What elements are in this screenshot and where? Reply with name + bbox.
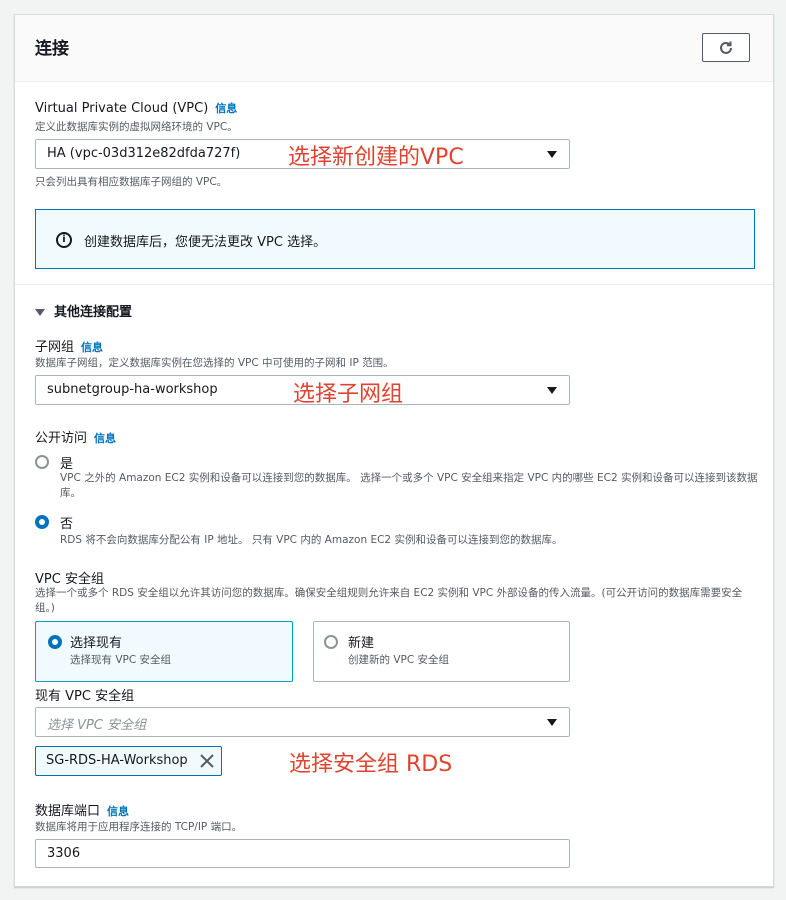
public-access-yes-radio[interactable] [35, 455, 49, 469]
public-access-label-row: 公开访问 信息 [35, 427, 116, 446]
security-group-label: VPC 安全组 [35, 572, 104, 587]
vpc-label-row: Virtual Private Cloud (VPC) 信息 [35, 100, 237, 116]
close-icon[interactable] [199, 753, 215, 769]
sg-new-radio[interactable] [324, 635, 338, 649]
port-info-link[interactable]: 信息 [107, 805, 129, 818]
section-divider [15, 284, 773, 285]
public-access-yes-desc: VPC 之外的 Amazon EC2 实例和设备可以连接到您的数据库。 选择一个… [60, 472, 758, 499]
additional-config-toggle[interactable]: 其他连接配置 [35, 301, 132, 320]
sg-token-label: SG-RDS-HA-Workshop [46, 753, 188, 768]
public-access-no-desc: RDS 将不会向数据库分配公有 IP 地址。 只有 VPC 内的 Amazon … [60, 534, 563, 546]
public-access-yes-label: 是 [60, 457, 74, 472]
subnet-label-row: 子网组 信息 [35, 336, 103, 355]
port-input[interactable]: 3306 [35, 839, 570, 868]
vpc-note: 只会列出具有相应数据库子网组的 VPC。 [35, 176, 228, 188]
sg-annotation: 选择安全组 RDS [289, 752, 453, 777]
panel-title: 连接 [35, 39, 69, 59]
sg-new-card[interactable]: 新建 创建新的 VPC 安全组 [313, 621, 570, 682]
vpc-description: 定义此数据库实例的虚拟网络环境的 VPC。 [35, 121, 238, 133]
port-value: 3306 [47, 846, 81, 861]
additional-config-title: 其他连接配置 [54, 305, 133, 320]
subnet-info-link[interactable]: 信息 [81, 341, 103, 354]
caret-down-icon [547, 719, 557, 726]
existing-sg-select[interactable]: 选择 VPC 安全组 [35, 707, 570, 737]
security-group-description: 选择一个或多个 RDS 安全组以允许其访问您的数据库。确保安全组规则允许来自 E… [35, 587, 743, 614]
info-icon: i [56, 232, 72, 248]
port-label: 数据库端口 [35, 804, 101, 819]
refresh-button[interactable] [702, 33, 750, 62]
port-label-row: 数据库端口 信息 [35, 800, 129, 819]
sg-new-title: 新建 [348, 636, 375, 651]
public-access-no-radio[interactable] [35, 515, 49, 529]
vpc-info-link[interactable]: 信息 [215, 102, 237, 115]
sg-token: SG-RDS-HA-Workshop [35, 746, 222, 776]
public-access-label: 公开访问 [35, 431, 88, 446]
vpc-annotation: 选择新创建的VPC [288, 145, 464, 170]
sg-existing-desc: 选择现有 VPC 安全组 [70, 654, 172, 666]
existing-sg-label: 现有 VPC 安全组 [35, 689, 135, 704]
public-access-no-label: 否 [60, 517, 74, 532]
subnet-label: 子网组 [35, 340, 75, 355]
alert-text: 创建数据库后，您便无法更改 VPC 选择。 [84, 235, 327, 250]
vpc-selected-value: HA (vpc-03d312e82dfda727f) [47, 146, 241, 161]
connectivity-panel: 连接 Virtual Private Cloud (VPC) 信息 定义此数据库实… [14, 14, 774, 887]
caret-down-icon [547, 387, 557, 394]
existing-sg-placeholder: 选择 VPC 安全组 [47, 718, 147, 733]
info-alert: i 创建数据库后，您便无法更改 VPC 选择。 [35, 209, 755, 269]
sg-existing-radio[interactable] [48, 635, 62, 649]
caret-down-icon [35, 309, 45, 316]
subnet-selected-value: subnetgroup-ha-workshop [47, 382, 218, 397]
refresh-icon [720, 41, 732, 54]
subnet-annotation: 选择子网组 [293, 382, 404, 407]
sg-existing-title: 选择现有 [70, 636, 123, 651]
subnet-description: 数据库子网组，定义数据库实例在您选择的 VPC 中可使用的子网和 IP 范围。 [35, 357, 394, 369]
caret-down-icon [547, 151, 557, 158]
vpc-label: Virtual Private Cloud (VPC) [35, 101, 209, 116]
sg-existing-card[interactable]: 选择现有 选择现有 VPC 安全组 [35, 621, 293, 682]
port-description: 数据库将用于应用程序连接的 TCP/IP 端口。 [35, 821, 243, 833]
panel-header: 连接 [15, 15, 773, 82]
sg-new-desc: 创建新的 VPC 安全组 [348, 654, 450, 666]
public-access-info-link[interactable]: 信息 [94, 432, 116, 445]
